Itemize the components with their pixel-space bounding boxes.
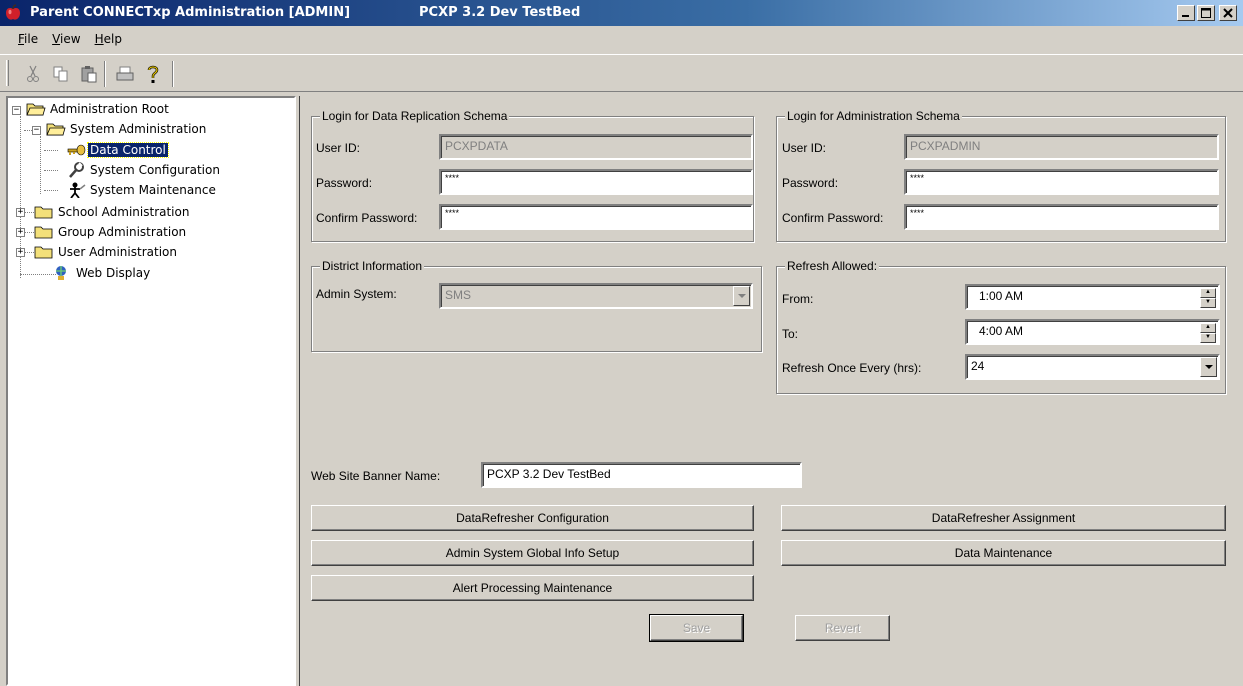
- tree-item-system-admin[interactable]: System Administration: [46, 120, 208, 138]
- refresh-every-dropdown-button[interactable]: [1200, 357, 1217, 377]
- spin-down-icon[interactable]: ▼: [1200, 298, 1216, 308]
- key-icon: [67, 144, 86, 156]
- collapse-system-admin[interactable]: −: [32, 126, 41, 135]
- chevron-down-icon: [1204, 364, 1213, 369]
- folder-icon: [34, 226, 53, 239]
- maximize-icon: [1201, 8, 1211, 18]
- refresh-from-label: From:: [782, 292, 814, 306]
- folder-open-icon: [46, 123, 66, 136]
- tree-item-web-display[interactable]: Web Display: [52, 264, 152, 282]
- help-button[interactable]: [142, 63, 164, 85]
- replication-confirm-field[interactable]: ****: [439, 204, 753, 230]
- copy-icon: [53, 66, 68, 82]
- toolbar: [0, 54, 1243, 92]
- banner-name-label: Web Site Banner Name:: [311, 469, 441, 483]
- admin-confirm-label: Confirm Password:: [782, 211, 884, 225]
- admin-system-global-info-button[interactable]: Admin System Global Info Setup: [311, 540, 754, 566]
- chevron-down-icon: [737, 293, 746, 298]
- admin-user-field[interactable]: PCXPADMIN: [904, 134, 1219, 160]
- cut-icon: [27, 65, 39, 82]
- tree-item-data-control[interactable]: Data Control: [66, 141, 169, 159]
- refresh-every-select[interactable]: 24: [965, 354, 1220, 380]
- window-subtitle: PCXP 3.2 Dev TestBed: [419, 5, 581, 20]
- refresh-to-label: To:: [782, 327, 799, 341]
- refresh-to-spinner[interactable]: ▲ ▼: [1200, 323, 1216, 343]
- menu-file[interactable]: File: [12, 28, 44, 50]
- tree-item-group-admin[interactable]: Group Administration: [34, 223, 188, 241]
- refresh-to-field[interactable]: 4:00 AM ▲ ▼: [965, 319, 1220, 345]
- replication-confirm-label: Confirm Password:: [316, 211, 418, 225]
- menu-view[interactable]: View: [46, 28, 86, 50]
- folder-open-icon: [26, 103, 46, 116]
- help-icon: [147, 65, 159, 83]
- replication-password-field[interactable]: ****: [439, 169, 753, 195]
- datarefresher-assignment-button[interactable]: DataRefresher Assignment: [781, 505, 1226, 531]
- copy-button[interactable]: [50, 63, 72, 85]
- replication-user-label: User ID:: [316, 141, 361, 155]
- worker-icon: [70, 182, 86, 198]
- spin-down-icon[interactable]: ▼: [1200, 333, 1216, 343]
- admin-system-select[interactable]: SMS: [439, 283, 753, 309]
- district-info-group: District Information: [311, 259, 762, 352]
- paste-button[interactable]: [78, 63, 100, 85]
- expand-school-admin[interactable]: +: [16, 208, 25, 217]
- minimize-icon: [1182, 15, 1189, 17]
- folder-icon: [34, 246, 53, 259]
- alert-processing-maintenance-button[interactable]: Alert Processing Maintenance: [311, 575, 754, 601]
- title-bar[interactable]: Parent CONNECTxp Administration [ADMIN] …: [0, 0, 1243, 26]
- tree-item-user-admin[interactable]: User Administration: [34, 243, 179, 261]
- spin-up-icon[interactable]: ▲: [1200, 323, 1216, 333]
- close-icon: [1223, 8, 1233, 18]
- splitter[interactable]: [296, 96, 300, 686]
- paste-icon: [81, 66, 97, 83]
- wrench-icon: [69, 162, 84, 178]
- refresh-from-field[interactable]: 1:00 AM ▲ ▼: [965, 284, 1220, 310]
- save-button[interactable]: Save: [649, 614, 744, 642]
- admin-system-dropdown-button[interactable]: [733, 286, 750, 306]
- expand-group-admin[interactable]: +: [16, 228, 25, 237]
- minimize-button[interactable]: [1177, 5, 1195, 21]
- expand-user-admin[interactable]: +: [16, 248, 25, 257]
- spin-up-icon[interactable]: ▲: [1200, 288, 1216, 298]
- maximize-button[interactable]: [1197, 5, 1215, 21]
- refresh-every-label: Refresh Once Every (hrs):: [782, 361, 922, 375]
- admin-confirm-field[interactable]: ****: [904, 204, 1219, 230]
- revert-button[interactable]: Revert: [795, 615, 890, 641]
- data-maintenance-button[interactable]: Data Maintenance: [781, 540, 1226, 566]
- print-button[interactable]: [114, 63, 136, 85]
- admin-system-label: Admin System:: [316, 287, 397, 301]
- window-title: Parent CONNECTxp Administration [ADMIN]: [30, 5, 351, 20]
- print-icon: [116, 66, 134, 81]
- admin-password-label: Password:: [782, 176, 839, 190]
- datarefresher-configuration-button[interactable]: DataRefresher Configuration: [311, 505, 754, 531]
- collapse-root[interactable]: −: [12, 106, 21, 115]
- admin-password-field[interactable]: ****: [904, 169, 1219, 195]
- cut-button[interactable]: [22, 63, 44, 85]
- globe-user-icon: [56, 266, 66, 280]
- tree-item-school-admin[interactable]: School Administration: [34, 203, 191, 221]
- tree-item-system-configuration[interactable]: System Configuration: [66, 161, 222, 179]
- navigation-tree[interactable]: − Administration Root − System Administr…: [6, 96, 296, 686]
- tree-item-admin-root[interactable]: Administration Root: [26, 100, 171, 118]
- banner-name-field[interactable]: PCXP 3.2 Dev TestBed: [481, 462, 802, 488]
- menu-bar: File View Help: [0, 28, 128, 50]
- refresh-from-spinner[interactable]: ▲ ▼: [1200, 288, 1216, 308]
- apple-icon: [6, 4, 20, 20]
- close-button[interactable]: [1219, 5, 1237, 21]
- folder-icon: [34, 206, 53, 219]
- tree-item-system-maintenance[interactable]: System Maintenance: [66, 181, 218, 199]
- menu-help[interactable]: Help: [89, 28, 128, 50]
- admin-user-label: User ID:: [782, 141, 827, 155]
- replication-user-field[interactable]: PCXPDATA: [439, 134, 753, 160]
- replication-password-label: Password:: [316, 176, 373, 190]
